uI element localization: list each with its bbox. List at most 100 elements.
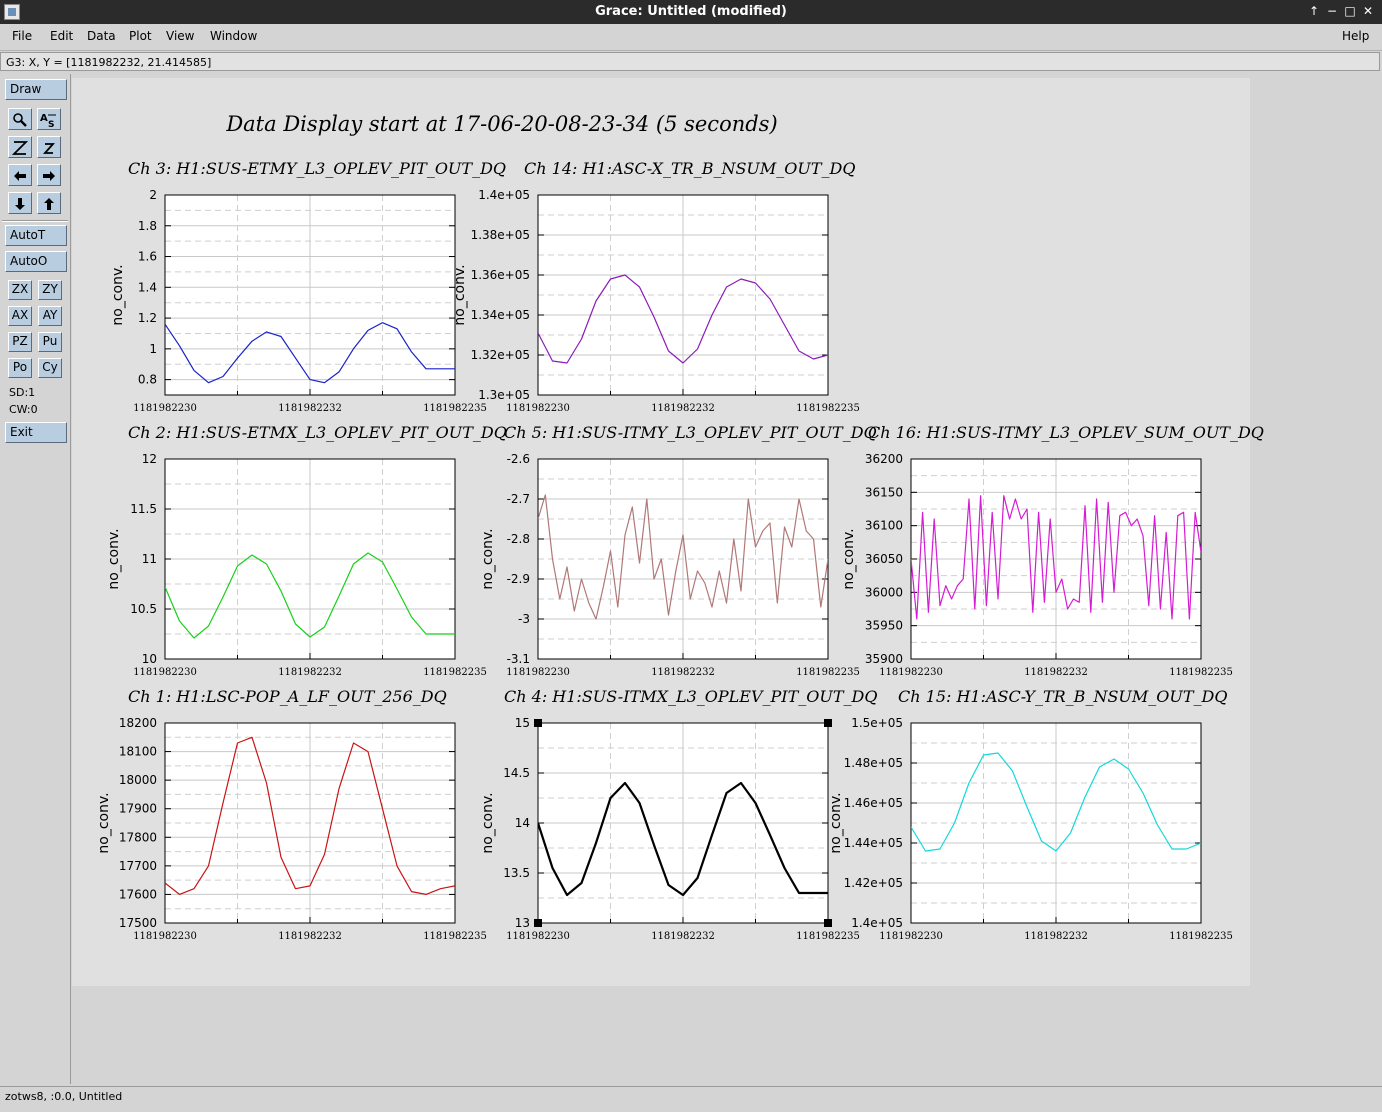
x-tick-label: 1181982235 <box>423 403 487 414</box>
selection-handle[interactable] <box>534 919 542 927</box>
scroll-right-button[interactable] <box>37 164 61 186</box>
menu-help[interactable]: Help <box>1342 29 1369 43</box>
raise-window-button[interactable]: ↑ <box>1306 3 1322 19</box>
y-tick-label: 35950 <box>865 619 903 633</box>
cy-button[interactable]: Cy <box>38 358 62 378</box>
y-tick-label: 1 <box>149 342 157 356</box>
x-tick-label: 1181982235 <box>423 931 487 942</box>
y-tick-label: 12 <box>142 452 157 466</box>
y-tick-label: 14.5 <box>503 766 530 780</box>
y-tick-label: 17500 <box>119 916 157 930</box>
menu-window[interactable]: Window <box>210 29 257 43</box>
y-tick-label: 1.48e+05 <box>844 756 903 770</box>
x-tick-label: 1181982235 <box>1169 667 1233 678</box>
graph-title: Ch 14: H1:ASC-X_TR_B_NSUM_OUT_DQ <box>524 159 856 178</box>
x-tick-label: 1181982232 <box>651 667 715 678</box>
graph-2[interactable]: 10 10.5 11 11.5 12 1181982230 1181982232 118198… <box>106 423 507 678</box>
menu-edit[interactable]: Edit <box>50 29 73 43</box>
graph-title: Ch 15: H1:ASC-Y_TR_B_NSUM_OUT_DQ <box>898 687 1227 706</box>
y-tick-label: 1.4e+05 <box>851 916 903 930</box>
graph-3[interactable]: -3.1 -3 -2.9 -2.8 -2.7 -2.6 1181982230 11819822… <box>480 423 877 678</box>
y-tick-label: 13 <box>515 916 530 930</box>
y-tick-label: 17700 <box>119 859 157 873</box>
pz-button[interactable]: PZ <box>8 332 32 352</box>
close-window-button[interactable]: ✕ <box>1360 3 1376 19</box>
minimize-window-button[interactable]: − <box>1324 3 1340 19</box>
window-titlebar[interactable]: Grace: Untitled (modified) ↑ − □ ✕ <box>0 0 1382 24</box>
stack-depth-label: SD:1 <box>9 386 36 399</box>
plot-canvas-svg[interactable]: Data Display start at 17-06-20-08-23-34 … <box>72 74 1380 1084</box>
y-tick-label: 1.36e+05 <box>471 268 530 282</box>
graph-title: Ch 16: H1:SUS-ITMY_L3_OPLEV_SUM_OUT_DQ <box>868 423 1264 442</box>
exit-button[interactable]: Exit <box>5 422 67 443</box>
menu-view[interactable]: View <box>166 29 194 43</box>
graph-title: Ch 1: H1:LSC-POP_A_LF_OUT_256_DQ <box>128 687 447 706</box>
zoom-button[interactable] <box>8 108 32 130</box>
y-tick-label: 14 <box>515 816 530 830</box>
ax-button[interactable]: AX <box>8 306 32 326</box>
x-tick-label: 1181982235 <box>796 931 860 942</box>
graph-title: Ch 2: H1:SUS-ETMX_L3_OPLEV_PIT_OUT_DQ <box>128 423 507 442</box>
y-tick-label: -3.1 <box>507 652 530 666</box>
y-axis-label: no_conv. <box>96 792 112 853</box>
x-tick-label: 1181982230 <box>133 667 197 678</box>
drawing-canvas[interactable]: Data Display start at 17-06-20-08-23-34 … <box>72 74 1380 1084</box>
locator-bar: G3: X, Y = [1181982232, 21.414585] <box>0 52 1380 71</box>
y-tick-label: 1.8 <box>138 219 157 233</box>
scroll-down-button[interactable] <box>8 192 32 214</box>
zx-button[interactable]: ZX <box>8 280 32 300</box>
y-tick-label: 1.32e+05 <box>471 348 530 362</box>
autoscale-z-icon <box>12 141 28 155</box>
y-tick-label: 1.38e+05 <box>471 228 530 242</box>
ay-button[interactable]: AY <box>38 306 62 326</box>
maximize-window-button[interactable]: □ <box>1342 3 1358 19</box>
selection-handle[interactable] <box>824 719 832 727</box>
graph-0[interactable]: 0.8 1 1.2 1.4 1.6 1.8 2 1181982230 1181982232 118… <box>110 159 506 414</box>
po-button[interactable]: Po <box>8 358 32 378</box>
y-tick-label: 36050 <box>865 552 903 566</box>
z-icon <box>42 143 56 154</box>
y-tick-label: 11 <box>142 552 157 566</box>
y-tick-label: -2.6 <box>507 452 530 466</box>
y-axis-label: no_conv. <box>828 792 844 853</box>
graph-6[interactable]: 13 13.5 14 14.5 15 1181982230 1181982232 118198… <box>480 687 878 942</box>
y-tick-label: 1.5e+05 <box>851 716 903 730</box>
y-tick-label: 13.5 <box>503 866 530 880</box>
draw-button[interactable]: Draw <box>5 79 67 100</box>
x-tick-label: 1181982230 <box>506 931 570 942</box>
menu-file[interactable]: File <box>12 29 32 43</box>
graph-title: Ch 4: H1:SUS-ITMX_L3_OPLEV_PIT_OUT_DQ <box>504 687 878 706</box>
y-tick-label: -2.9 <box>507 572 530 586</box>
svg-text:S: S <box>48 120 54 128</box>
y-tick-label: 0.8 <box>138 373 157 387</box>
menu-data[interactable]: Data <box>87 29 116 43</box>
autot-button[interactable]: AutoT <box>5 225 67 246</box>
menu-plot[interactable]: Plot <box>129 29 152 43</box>
y-tick-label: 36000 <box>865 585 903 599</box>
x-tick-label: 1181982232 <box>278 403 342 414</box>
autoo-button[interactable]: AutoO <box>5 251 67 272</box>
text-button[interactable]: AS <box>37 108 61 130</box>
y-tick-label: 18100 <box>119 745 157 759</box>
y-tick-label: 36200 <box>865 452 903 466</box>
x-tick-label: 1181982232 <box>1024 931 1088 942</box>
z-button[interactable] <box>37 136 61 158</box>
y-tick-label: 1.3e+05 <box>478 388 530 402</box>
arrow-right-icon <box>43 171 55 181</box>
x-tick-label: 1181982232 <box>278 667 342 678</box>
zy-button[interactable]: ZY <box>38 280 62 300</box>
pu-button[interactable]: Pu <box>38 332 62 352</box>
scroll-left-button[interactable] <box>8 164 32 186</box>
scroll-up-button[interactable] <box>37 192 61 214</box>
x-tick-label: 1181982232 <box>651 403 715 414</box>
y-tick-label: 15 <box>515 716 530 730</box>
y-tick-label: 35900 <box>865 652 903 666</box>
selection-handle[interactable] <box>534 719 542 727</box>
y-axis-label: no_conv. <box>841 528 857 589</box>
toolbox: Draw AS AutoT AutoO ZX ZY AX AY PZ Pu Po… <box>0 74 71 1084</box>
autoscale-z-button[interactable] <box>8 136 32 158</box>
x-tick-label: 1181982232 <box>651 931 715 942</box>
selection-handle[interactable] <box>824 919 832 927</box>
arrow-down-icon <box>15 198 25 210</box>
y-tick-label: 1.44e+05 <box>844 836 903 850</box>
